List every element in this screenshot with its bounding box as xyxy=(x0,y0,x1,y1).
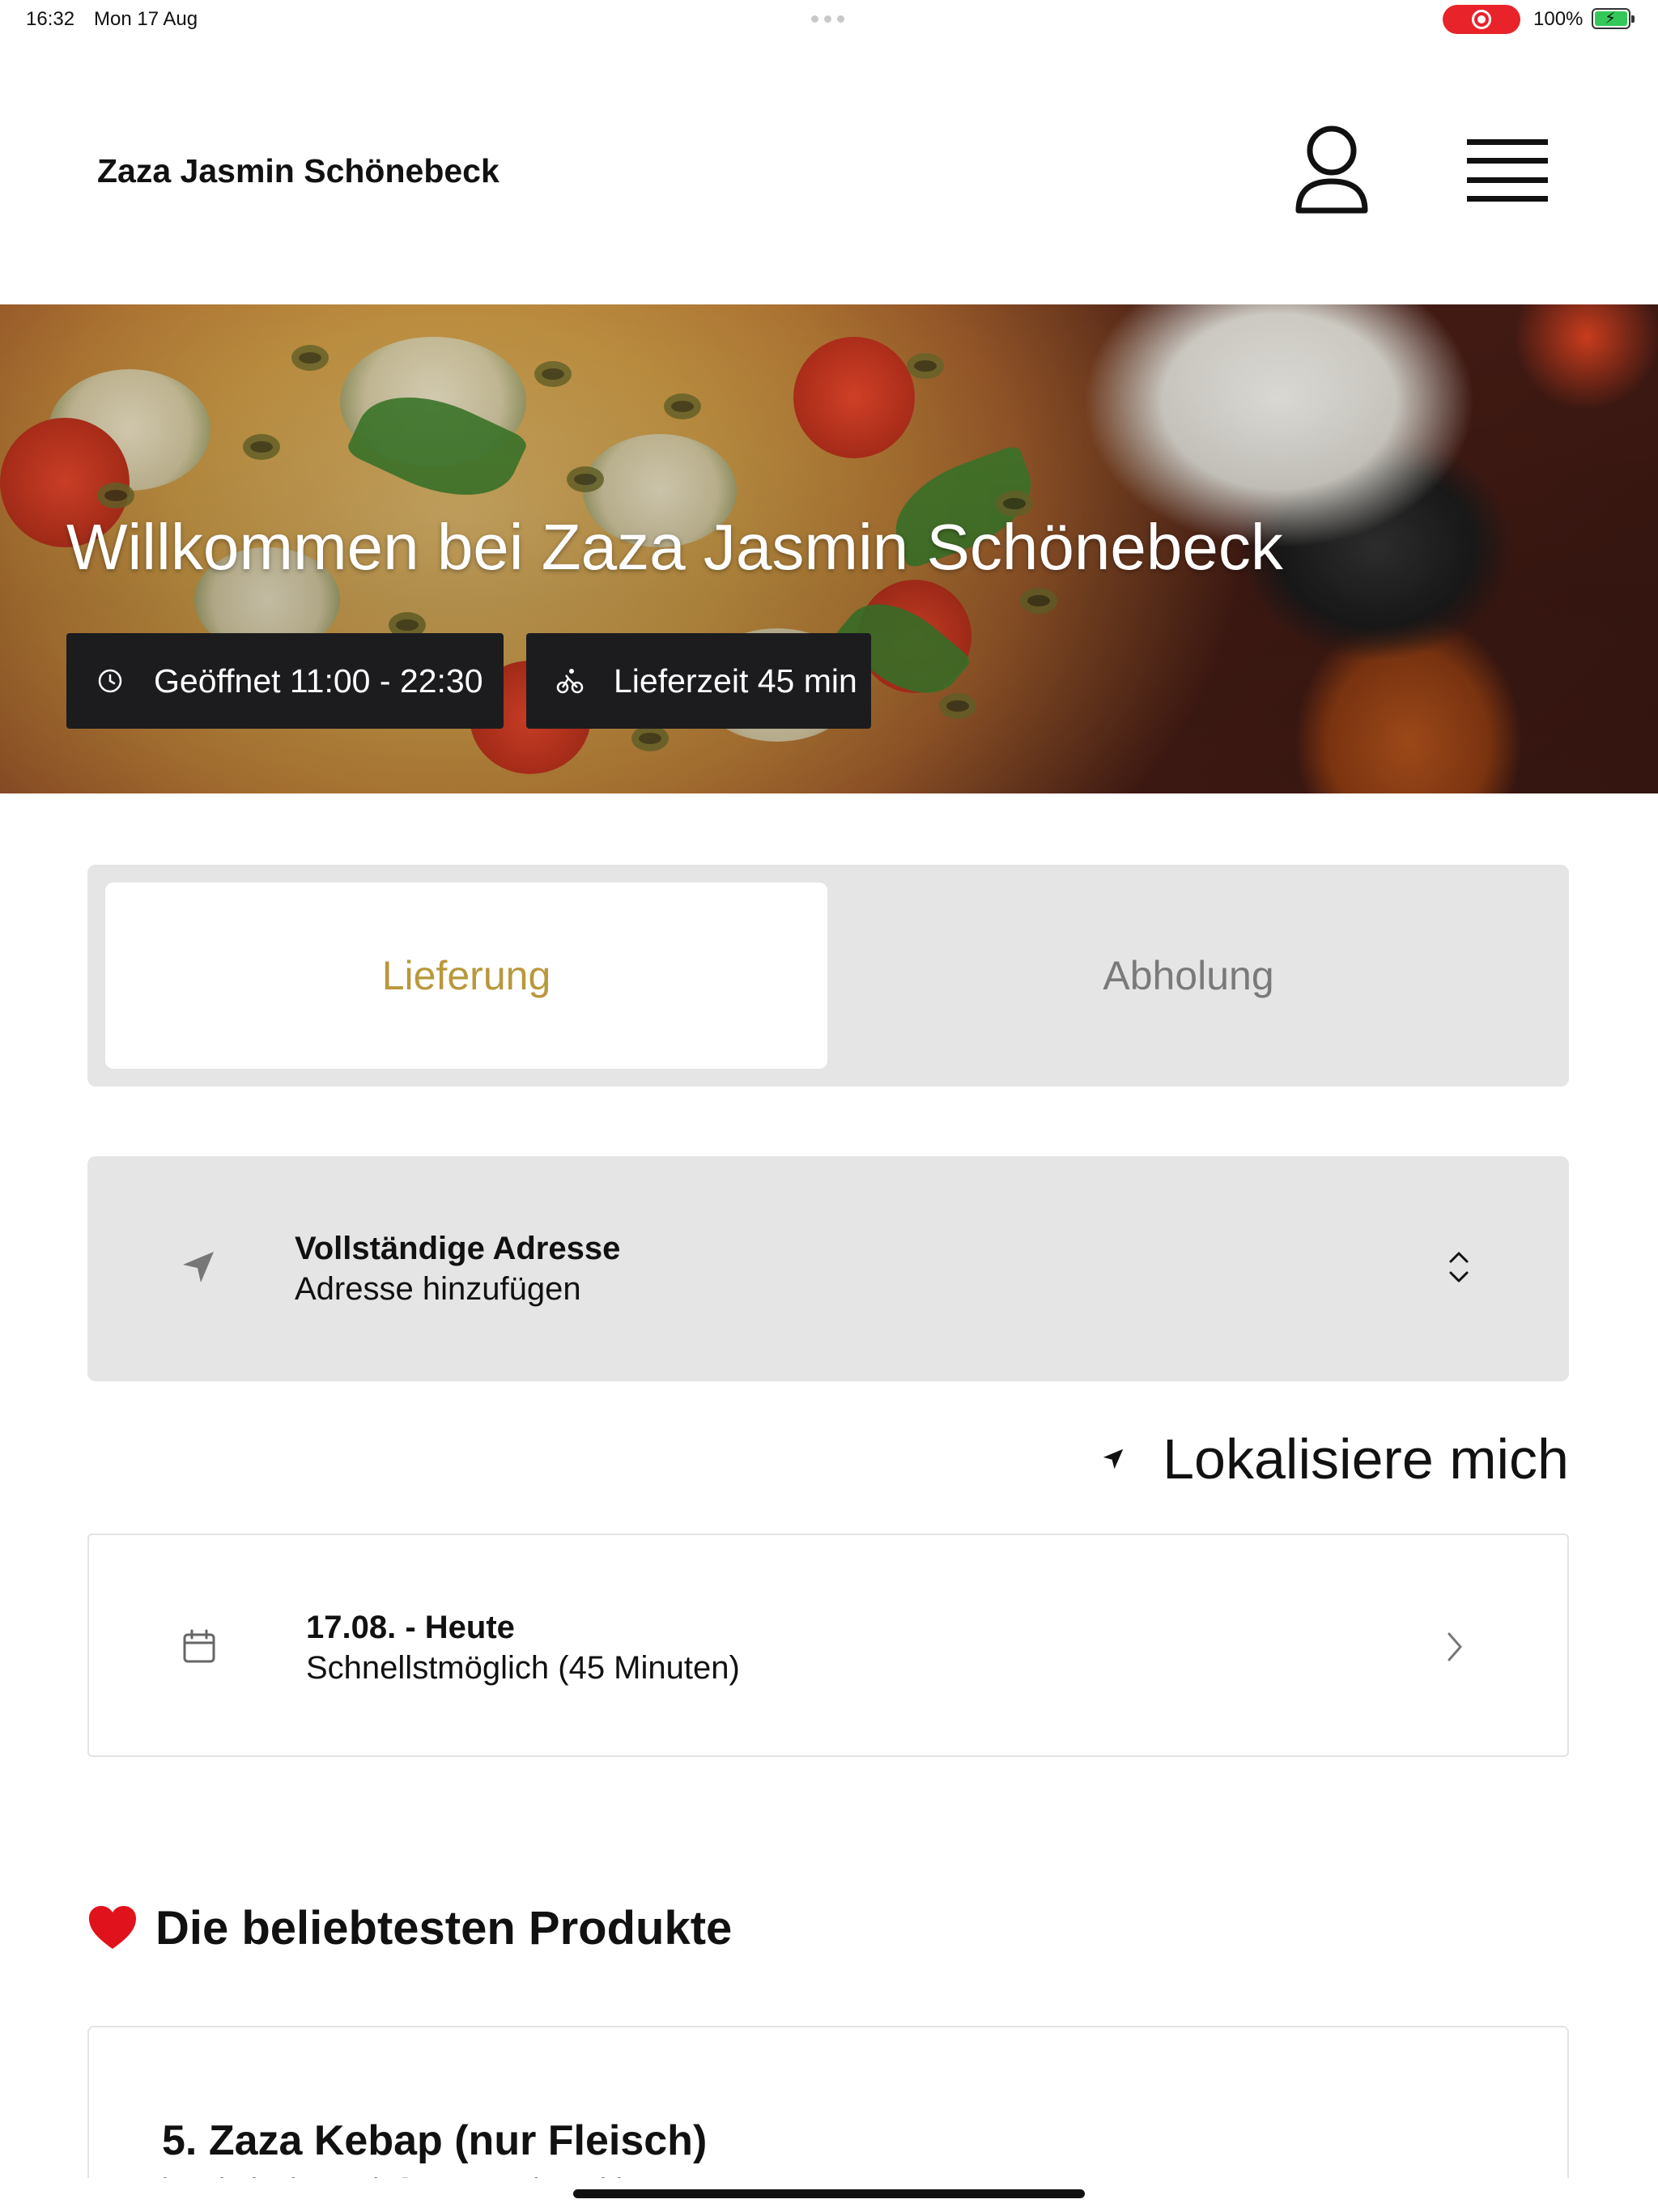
hamburger-menu-icon xyxy=(1467,139,1548,202)
heart-icon xyxy=(89,1906,136,1949)
welcome-title: Willkommen bei Zaza Jasmin Schönebeck xyxy=(66,511,1283,583)
multitasking-dots[interactable] xyxy=(811,15,844,23)
address-label: Vollständige Adresse xyxy=(295,1231,621,1266)
delivery-time-badge: Lieferzeit 45 min xyxy=(526,633,871,729)
product-name: 5. Zaza Kebap (nur Fleisch) xyxy=(162,2117,708,2164)
menu-button[interactable] xyxy=(1457,131,1558,212)
restaurant-name[interactable]: Zaza Jasmin Schönebeck xyxy=(97,152,500,190)
app-header: Zaza Jasmin Schönebeck xyxy=(0,39,1658,304)
user-account-button[interactable] xyxy=(1287,123,1376,220)
location-arrow-icon xyxy=(183,1252,214,1283)
status-bar: 16:32 Mon 17 Aug 100% ⚡ xyxy=(0,0,1658,39)
status-date: Mon 17 Aug xyxy=(94,8,198,30)
popular-products-title: Die beliebtesten Produkte xyxy=(155,1901,733,1955)
location-arrow-icon xyxy=(1103,1448,1124,1470)
opening-hours-badge: Geöffnet 11:00 - 22:30 xyxy=(66,633,504,729)
locate-me-button[interactable]: Lokalisiere mich xyxy=(1101,1427,1569,1491)
address-placeholder: Adresse hinzufügen xyxy=(295,1271,581,1307)
home-indicator[interactable] xyxy=(573,2189,1085,2198)
locate-me-label: Lokalisiere mich xyxy=(1163,1427,1569,1491)
clock-icon xyxy=(96,666,125,696)
delivery-time-selector[interactable]: 17.08. - Heute Schnellstmöglich (45 Minu… xyxy=(87,1534,1569,1757)
chevron-right-icon xyxy=(1448,1632,1462,1661)
battery-percentage: 100% xyxy=(1533,8,1584,30)
status-time: 16:32 xyxy=(26,8,75,30)
calendar-icon xyxy=(183,1629,215,1663)
record-icon xyxy=(1472,10,1491,29)
chevron-up-down-icon xyxy=(1449,1252,1469,1283)
tab-delivery[interactable]: Lieferung xyxy=(105,883,827,1069)
tab-pickup[interactable]: Abholung xyxy=(827,883,1550,1069)
battery-icon: ⚡ xyxy=(1592,8,1635,29)
popular-products-heading: Die beliebtesten Produkte xyxy=(87,1899,732,1956)
delivery-time-text: Lieferzeit 45 min xyxy=(614,661,857,700)
order-mode-toggle: Lieferung Abholung xyxy=(87,865,1569,1087)
user-icon xyxy=(1295,125,1368,214)
address-selector[interactable]: Vollständige Adresse Adresse hinzufügen xyxy=(87,1156,1569,1381)
opening-hours-text: Geöffnet 11:00 - 22:30 xyxy=(154,661,483,700)
bike-icon xyxy=(555,666,585,696)
delivery-date: 17.08. - Heute xyxy=(306,1610,515,1645)
delivery-timing: Schnellstmöglich (45 Minuten) xyxy=(306,1650,740,1686)
screen-recording-indicator[interactable] xyxy=(1443,5,1520,34)
